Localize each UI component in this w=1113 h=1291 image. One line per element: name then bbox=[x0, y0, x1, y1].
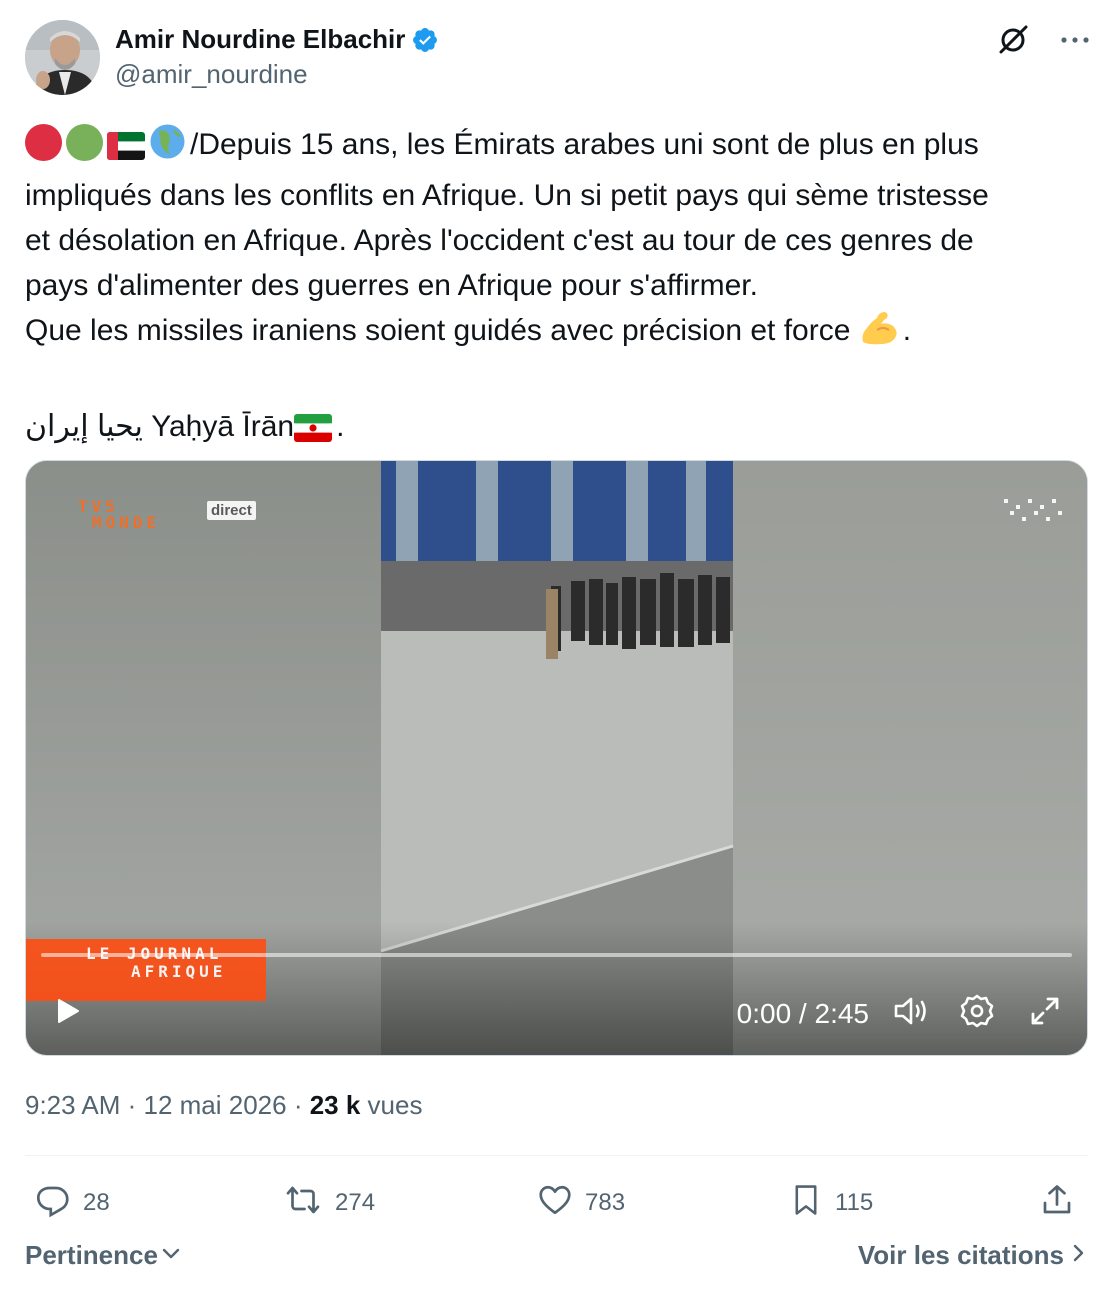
like-count: 783 bbox=[585, 1189, 626, 1216]
repost-icon bbox=[283, 1182, 323, 1225]
tweet-meta: 9:23 AM · 12 mai 2026 · 23 k vues bbox=[25, 1090, 422, 1121]
progress-bar[interactable] bbox=[41, 953, 1072, 957]
tweet-line-6-end: . bbox=[336, 410, 345, 443]
verified-badge-icon[interactable] bbox=[411, 26, 439, 54]
reply-button[interactable]: 28 bbox=[35, 1175, 110, 1231]
video-time: 0:00 / 2:45 bbox=[736, 998, 869, 1029]
reply-icon bbox=[35, 1182, 71, 1225]
sort-dropdown[interactable]: Pertinence bbox=[25, 1240, 182, 1271]
tweet-line-5: Que les missiles iraniens soient guidés … bbox=[25, 308, 1090, 359]
handle[interactable]: @amir_nourdine bbox=[115, 59, 439, 90]
tv5-logo-line2: MONDE bbox=[92, 513, 161, 532]
reply-count: 28 bbox=[83, 1189, 110, 1216]
iran-flag-icon bbox=[294, 410, 333, 455]
flexed-biceps-icon bbox=[859, 308, 899, 359]
direct-badge: direct bbox=[207, 501, 256, 520]
video-player[interactable]: TV5 MONDE direct LE JOURNAL AFRIQUE 0:00… bbox=[25, 460, 1088, 1056]
play-icon[interactable] bbox=[46, 989, 90, 1033]
settings-icon[interactable] bbox=[955, 989, 999, 1033]
grok-icon[interactable] bbox=[993, 20, 1033, 60]
video-controls: 0:00 / 2:45 bbox=[26, 945, 1087, 1055]
bookmark-icon bbox=[789, 1181, 823, 1226]
tweet-line-6-arabic: يحيا إيران bbox=[25, 410, 143, 443]
uae-flag-icon bbox=[107, 128, 145, 173]
tweet-line-6-latin: Yaḥyā Īrān bbox=[142, 410, 295, 443]
display-name-row: Amir Nourdine Elbachir bbox=[115, 24, 439, 55]
author-names: Amir Nourdine Elbachir @amir_nourdine bbox=[115, 24, 439, 90]
like-button[interactable]: 783 bbox=[537, 1175, 625, 1231]
more-icon[interactable] bbox=[1055, 20, 1095, 60]
tweet-line-2: impliqués dans les conflits en Afrique. … bbox=[25, 179, 989, 212]
quotes-label: Voir les citations bbox=[857, 1240, 1064, 1270]
avatar[interactable] bbox=[25, 20, 100, 95]
view-quotes-link[interactable]: Voir les citations bbox=[858, 1240, 1088, 1271]
repost-count: 274 bbox=[335, 1189, 376, 1216]
divider bbox=[25, 1155, 1088, 1156]
tweet-line-1: /Depuis 15 ans, les Émirats arabes uni s… bbox=[25, 122, 1090, 173]
fullscreen-icon[interactable] bbox=[1023, 989, 1067, 1033]
tweet-line-5-text: Que les missiles iraniens soient guidés … bbox=[25, 314, 851, 347]
timestamp[interactable]: 9:23 AM · 12 mai 2026 · bbox=[25, 1090, 310, 1120]
tweet-text: /Depuis 15 ans, les Émirats arabes uni s… bbox=[25, 122, 1090, 455]
globe-africa-icon bbox=[149, 123, 186, 173]
tweet-header: Amir Nourdine Elbachir @amir_nourdine bbox=[25, 20, 1095, 100]
bookmark-button[interactable]: 115 bbox=[789, 1175, 873, 1231]
sort-label: Pertinence bbox=[25, 1240, 158, 1270]
action-bar: 28 274 783 115 bbox=[25, 1175, 1088, 1231]
tweet-line-1-text: /Depuis 15 ans, les Émirats arabes uni s… bbox=[190, 128, 979, 161]
views-label: vues bbox=[360, 1090, 423, 1120]
like-icon bbox=[537, 1182, 573, 1225]
tweet-line-5-end: . bbox=[902, 314, 912, 347]
header-actions bbox=[993, 20, 1095, 60]
bookmark-count: 115 bbox=[835, 1189, 874, 1216]
views-count: 23 k bbox=[309, 1090, 361, 1120]
share-icon bbox=[1039, 1182, 1075, 1225]
tweet-line-4: pays d'alimenter des guerres en Afrique … bbox=[25, 269, 758, 302]
green-circle-icon bbox=[66, 124, 103, 161]
tv5-logo: TV5 MONDE bbox=[78, 499, 160, 531]
share-button[interactable] bbox=[1039, 1175, 1075, 1231]
display-name[interactable]: Amir Nourdine Elbachir bbox=[115, 24, 405, 55]
tweet-line-6: يحيا إيران Yaḥyā Īrān. bbox=[25, 404, 1090, 455]
red-circle-icon bbox=[25, 124, 62, 161]
tweet-line-3: et désolation en Afrique. Après l'occide… bbox=[25, 224, 974, 257]
replies-toolbar: Pertinence Voir les citations bbox=[25, 1240, 1088, 1280]
chevron-right-icon bbox=[1068, 1240, 1088, 1271]
volume-icon[interactable] bbox=[889, 989, 933, 1033]
repost-button[interactable]: 274 bbox=[283, 1175, 375, 1231]
chevron-down-icon bbox=[160, 1240, 182, 1271]
